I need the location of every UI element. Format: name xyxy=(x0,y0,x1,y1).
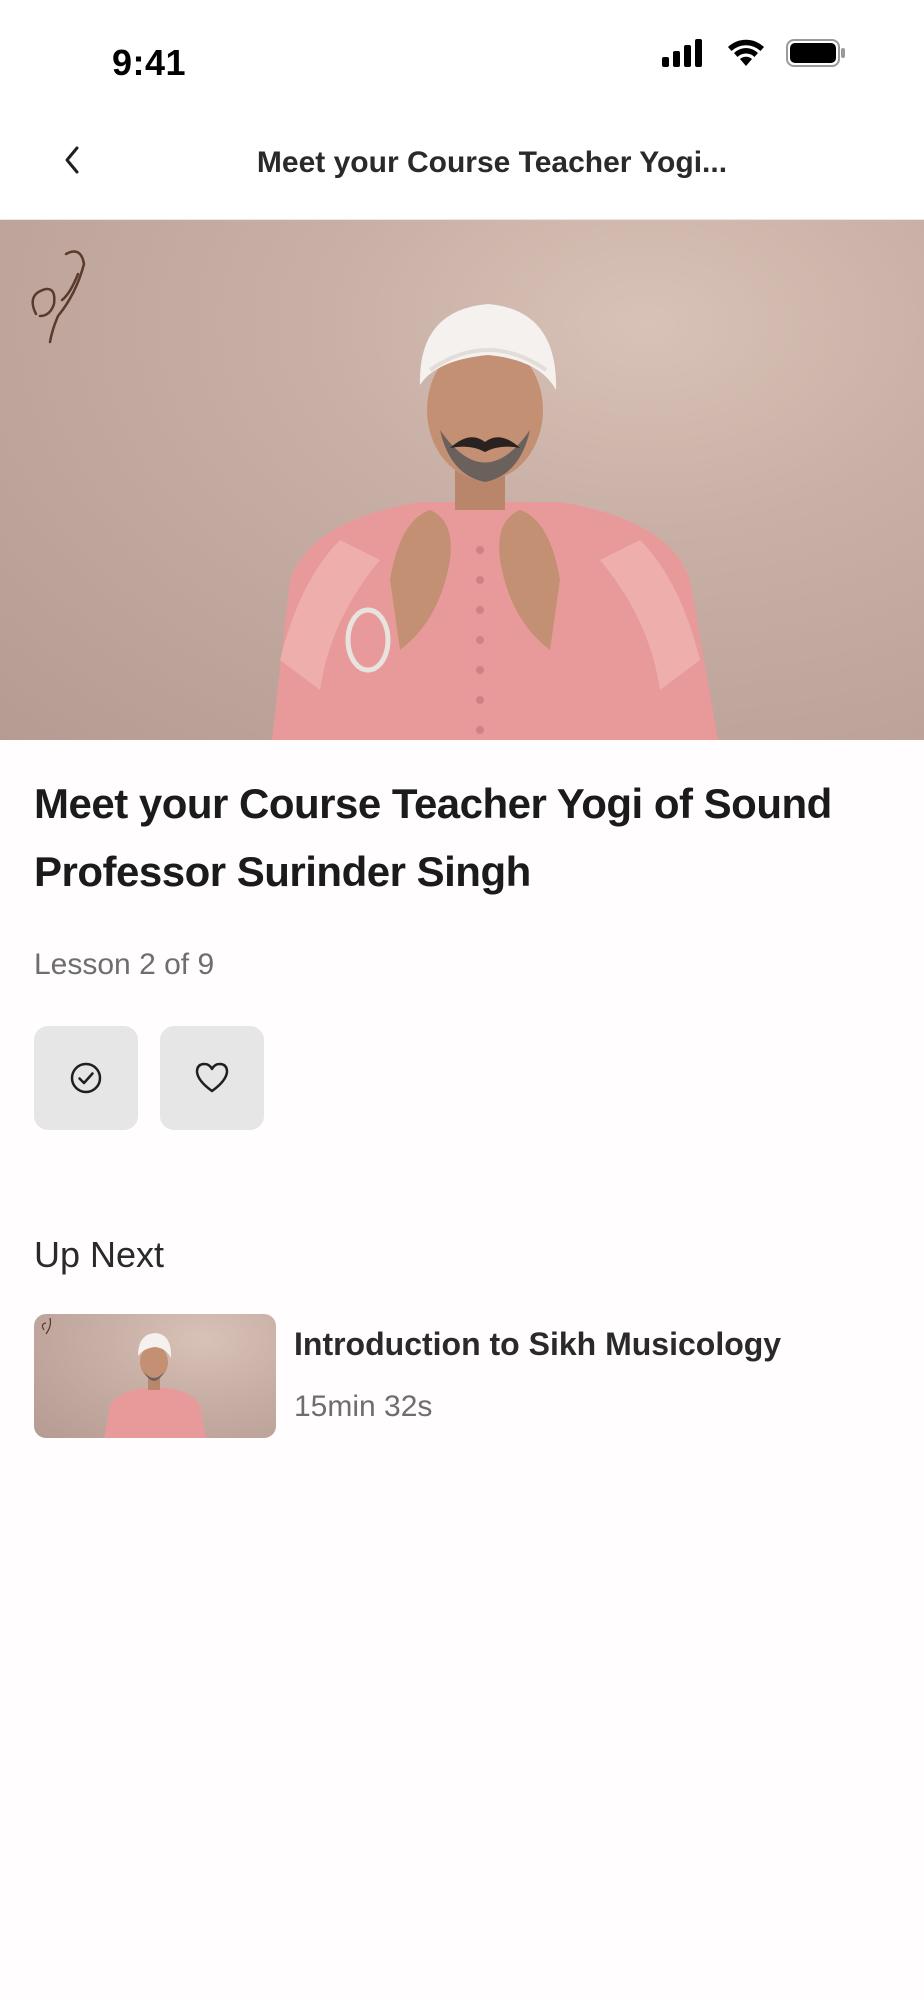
status-time: 9:41 xyxy=(112,42,187,83)
video-player[interactable] xyxy=(0,220,924,740)
nav-header: Meet your Course Teacher Yogi... xyxy=(0,110,924,220)
script-y-logo xyxy=(31,250,86,344)
lesson-title: Meet your Course Teacher Yogi of Sound P… xyxy=(34,780,832,895)
up-next-title: Introduction to Sikh Musicology xyxy=(294,1326,782,1362)
status-bar: 9:41 xyxy=(0,0,924,110)
heart-icon xyxy=(195,1062,229,1093)
up-next-item[interactable]: Introduction to Sikh Musicology 15min 32… xyxy=(34,1314,894,1438)
wifi-icon xyxy=(728,39,764,66)
back-button[interactable] xyxy=(44,132,100,188)
up-next-thumbnail xyxy=(34,1314,276,1438)
chevron-left-icon xyxy=(65,146,79,174)
lesson-progress: Lesson 2 of 9 xyxy=(34,948,215,981)
battery-icon xyxy=(786,39,845,67)
nav-title: Meet your Course Teacher Yogi... xyxy=(256,146,728,179)
up-next-heading: Up Next xyxy=(34,1234,165,1275)
complete-button[interactable] xyxy=(34,1026,138,1130)
favorite-button[interactable] xyxy=(160,1026,264,1130)
up-next-duration: 15min 32s xyxy=(294,1390,433,1423)
presenter-thumbnail-image xyxy=(41,1317,206,1438)
presenter-image xyxy=(272,304,718,740)
check-circle-icon xyxy=(70,1062,102,1094)
status-icons xyxy=(662,38,846,68)
lesson-actions xyxy=(34,1026,264,1130)
signal-icon xyxy=(662,39,702,67)
